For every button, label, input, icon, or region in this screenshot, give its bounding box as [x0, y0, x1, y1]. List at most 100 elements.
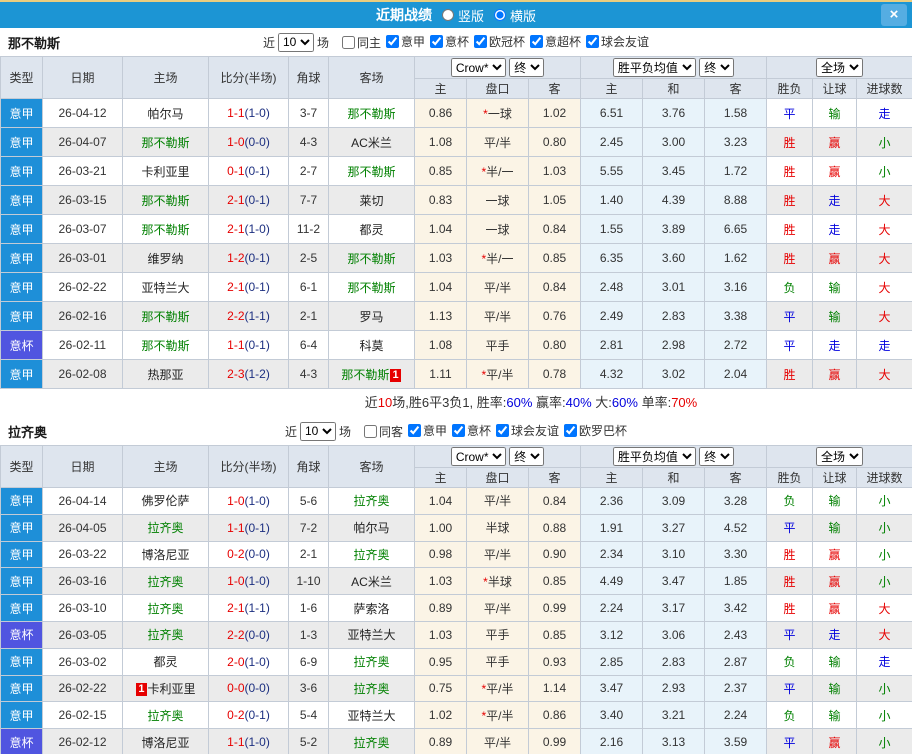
league-filter[interactable]: 球会友谊	[581, 33, 649, 50]
cell-handicap-home-odds: 1.03	[414, 243, 467, 273]
cell-score: 1-0(1-0)	[208, 567, 289, 596]
league-filter[interactable]: 意超杯	[525, 33, 581, 50]
cell-handicap-line: *半/一	[466, 243, 529, 273]
col-away: 客场	[328, 56, 415, 99]
cell-goals-result: 大	[856, 243, 912, 273]
final-odds-select-handicap[interactable]: 终	[509, 447, 545, 466]
league-label: 意甲	[400, 35, 425, 49]
league-checkbox[interactable]	[452, 424, 465, 437]
result-text: 走	[878, 655, 891, 670]
league-checkbox[interactable]	[496, 424, 510, 437]
cell-goals-result: 小	[856, 701, 912, 730]
same-venue-checkbox[interactable]	[341, 35, 355, 49]
league-checkbox[interactable]	[474, 35, 488, 48]
result-text: 大	[878, 222, 891, 237]
same-venue-checkbox[interactable]	[363, 424, 377, 438]
same-venue-filter[interactable]: 同客	[359, 423, 403, 440]
cell-match-result: 平	[766, 620, 814, 649]
match-row: 意甲 26-02-22 亚特兰大 2-1(0-1) 6-1 那不勒斯 1.04 平/半 0.84…	[0, 272, 912, 302]
bookmaker-select[interactable]: Crow*	[450, 58, 506, 77]
col-handicap-home: 主	[414, 78, 467, 99]
league-filter[interactable]: 意甲	[381, 33, 425, 50]
cell-europe-draw-odds: 3.02	[642, 359, 706, 389]
league-filter[interactable]: 意甲	[403, 422, 447, 439]
league-checkbox[interactable]	[407, 424, 421, 437]
result-text: 大	[878, 193, 891, 208]
league-filter[interactable]: 意杯	[447, 422, 491, 439]
cell-date: 26-03-02	[42, 647, 123, 676]
cell-home-team: 拉齐奥	[122, 567, 209, 596]
cell-home-team: 佛罗伦萨	[122, 487, 209, 515]
team-name: 佛罗伦萨	[141, 494, 190, 509]
scope-select[interactable]: 全场	[816, 58, 864, 77]
league-checkbox[interactable]	[586, 35, 600, 48]
line-changed-marker: *	[483, 574, 488, 589]
result-group-header: 全场	[766, 445, 912, 468]
col-europe-draw: 和	[642, 78, 706, 99]
cell-home-team: 那不勒斯	[122, 330, 209, 360]
cell-handicap-line: 平手	[466, 647, 529, 676]
team-name: 那不勒斯	[141, 135, 190, 150]
halftime-score: (0-1)	[244, 520, 270, 535]
col-handicap-line: 盘口	[466, 78, 529, 99]
cell-handicap-away-odds: 0.85	[527, 243, 582, 273]
col-home: 主场	[122, 445, 209, 488]
same-venue-filter[interactable]: 同主	[337, 34, 381, 51]
result-text: 走	[828, 628, 841, 643]
layout-option-horizontal[interactable]: 横版	[484, 6, 536, 25]
europe-mean-select[interactable]: 胜平负均值	[612, 447, 696, 466]
horizontal-radio[interactable]	[494, 9, 506, 21]
recent-count-select[interactable]: 10	[277, 32, 314, 52]
result-text: 平	[783, 106, 796, 121]
result-text: 小	[878, 574, 891, 589]
league-label: 意杯	[445, 35, 470, 49]
final-odds-select-europe[interactable]: 终	[699, 58, 735, 77]
league-filter[interactable]: 欧罗巴杯	[559, 422, 627, 439]
league-filter[interactable]: 球会友谊	[491, 422, 559, 439]
cell-corners: 6-1	[288, 272, 329, 302]
team-name: 博洛尼亚	[141, 735, 190, 750]
result-text: 走	[878, 338, 891, 353]
cell-home-team: 1 卡利亚里	[122, 674, 209, 703]
cell-league-badge: 意甲	[0, 701, 43, 730]
league-filter[interactable]: 意杯	[425, 33, 469, 50]
bookmaker-select[interactable]: Crow*	[450, 447, 506, 466]
cell-home-team: 那不勒斯	[122, 185, 209, 215]
close-button[interactable]: ×	[881, 4, 907, 26]
recent-count-select[interactable]: 10	[299, 421, 336, 441]
cell-handicap-away-odds: 0.99	[527, 728, 582, 754]
layout-option-vertical[interactable]: 竖版	[432, 6, 484, 25]
league-checkbox[interactable]	[385, 35, 399, 48]
europe-mean-select[interactable]: 胜平负均值	[612, 58, 696, 77]
cell-europe-home-odds: 1.55	[580, 214, 644, 244]
cell-handicap-result: 输	[812, 487, 858, 515]
horizontal-radio-label: 横版	[510, 8, 537, 24]
cell-away-team: 都灵	[328, 214, 415, 244]
vertical-radio[interactable]	[441, 9, 454, 21]
cell-europe-away-odds: 2.72	[704, 330, 768, 360]
cell-handicap-home-odds: 1.00	[414, 513, 467, 542]
result-text: 输	[828, 309, 841, 324]
cell-handicap-away-odds: 0.80	[527, 330, 582, 360]
col-corner: 角球	[288, 445, 329, 488]
cell-corners: 3-7	[288, 98, 329, 128]
team-name: 那不勒斯	[141, 338, 190, 353]
cell-handicap-line: 一球	[466, 185, 529, 215]
summary-part: 10	[377, 395, 393, 410]
line-changed-marker: *	[481, 251, 487, 266]
cell-europe-draw-odds: 3.27	[642, 513, 706, 542]
team-name: 亚特兰大	[347, 628, 396, 643]
league-checkbox[interactable]	[530, 35, 544, 48]
cell-date: 26-02-22	[42, 674, 123, 703]
fulltime-score: 1-1	[227, 735, 245, 750]
league-checkbox[interactable]	[564, 424, 578, 437]
scope-select[interactable]: 全场	[816, 447, 864, 466]
league-checkbox[interactable]	[430, 35, 443, 48]
final-odds-select-handicap[interactable]: 终	[509, 58, 545, 77]
league-filter[interactable]: 欧冠杯	[469, 33, 525, 50]
result-text: 赢	[828, 367, 841, 382]
final-odds-select-europe[interactable]: 终	[699, 447, 735, 466]
same-venue-label: 同客	[378, 424, 403, 439]
fulltime-score: 1-1	[227, 520, 245, 535]
result-text: 平	[783, 628, 796, 643]
